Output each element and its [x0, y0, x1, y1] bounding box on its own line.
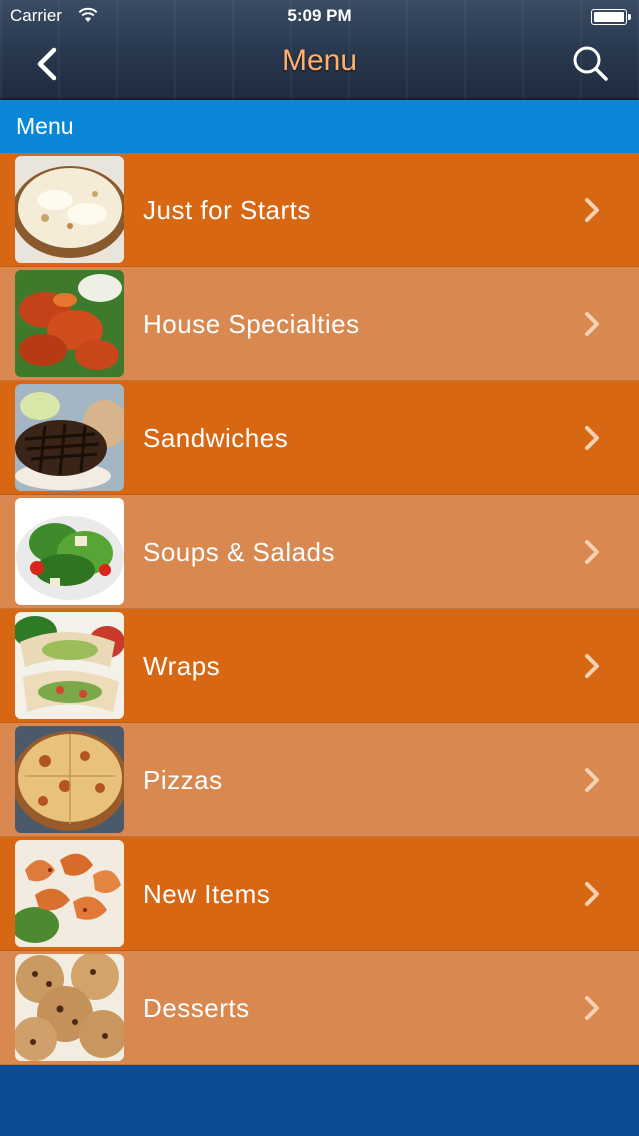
menu-list: Just for Starts House Specialties Sandwi…: [0, 153, 639, 1065]
menu-item-desserts[interactable]: Desserts: [0, 951, 639, 1065]
chevron-right-icon: [585, 768, 599, 792]
menu-item-new-items[interactable]: New Items: [0, 837, 639, 951]
chevron-right-icon: [585, 882, 599, 906]
menu-item-label: Desserts: [143, 993, 250, 1023]
menu-item-sandwiches[interactable]: Sandwiches: [0, 381, 639, 495]
menu-item-label: House Specialties: [143, 309, 360, 339]
wraps-photo: [15, 612, 124, 719]
shrimp-photo: [15, 840, 124, 947]
menu-item-label: Just for Starts: [143, 195, 311, 225]
chevron-right-icon: [585, 996, 599, 1020]
buffalo-wings-photo: [15, 270, 124, 377]
chevron-right-icon: [585, 426, 599, 450]
chevron-right-icon: [585, 540, 599, 564]
pizza-photo: [15, 726, 124, 833]
burger-patty-photo: [15, 384, 124, 491]
menu-item-pizzas[interactable]: Pizzas: [0, 723, 639, 837]
navigation-bar: Carrier 5:09 PM Menu: [0, 0, 639, 100]
cheese-pizza-bread-photo: [15, 156, 124, 263]
menu-item-label: Sandwiches: [143, 423, 289, 453]
back-button[interactable]: [30, 44, 66, 84]
section-header: Menu: [0, 100, 639, 153]
menu-item-just-for-starts[interactable]: Just for Starts: [0, 153, 639, 267]
chevron-right-icon: [585, 312, 599, 336]
menu-item-wraps[interactable]: Wraps: [0, 609, 639, 723]
menu-item-label: Soups & Salads: [143, 537, 336, 567]
status-bar: Carrier 5:09 PM: [0, 0, 639, 32]
chevron-right-icon: [585, 198, 599, 222]
menu-item-house-specialties[interactable]: House Specialties: [0, 267, 639, 381]
page-title: Menu: [281, 44, 358, 77]
battery-icon: [591, 9, 631, 25]
garden-salad-photo: [15, 498, 124, 605]
menu-item-label: Pizzas: [143, 765, 223, 795]
cookies-photo: [15, 954, 124, 1061]
menu-item-label: Wraps: [143, 651, 221, 681]
search-icon[interactable]: [571, 44, 611, 84]
chevron-right-icon: [585, 654, 599, 678]
footer-bar: [0, 1067, 639, 1136]
menu-item-soups-salads[interactable]: Soups & Salads: [0, 495, 639, 609]
menu-item-label: New Items: [143, 879, 271, 909]
clock: 5:09 PM: [287, 6, 352, 25]
